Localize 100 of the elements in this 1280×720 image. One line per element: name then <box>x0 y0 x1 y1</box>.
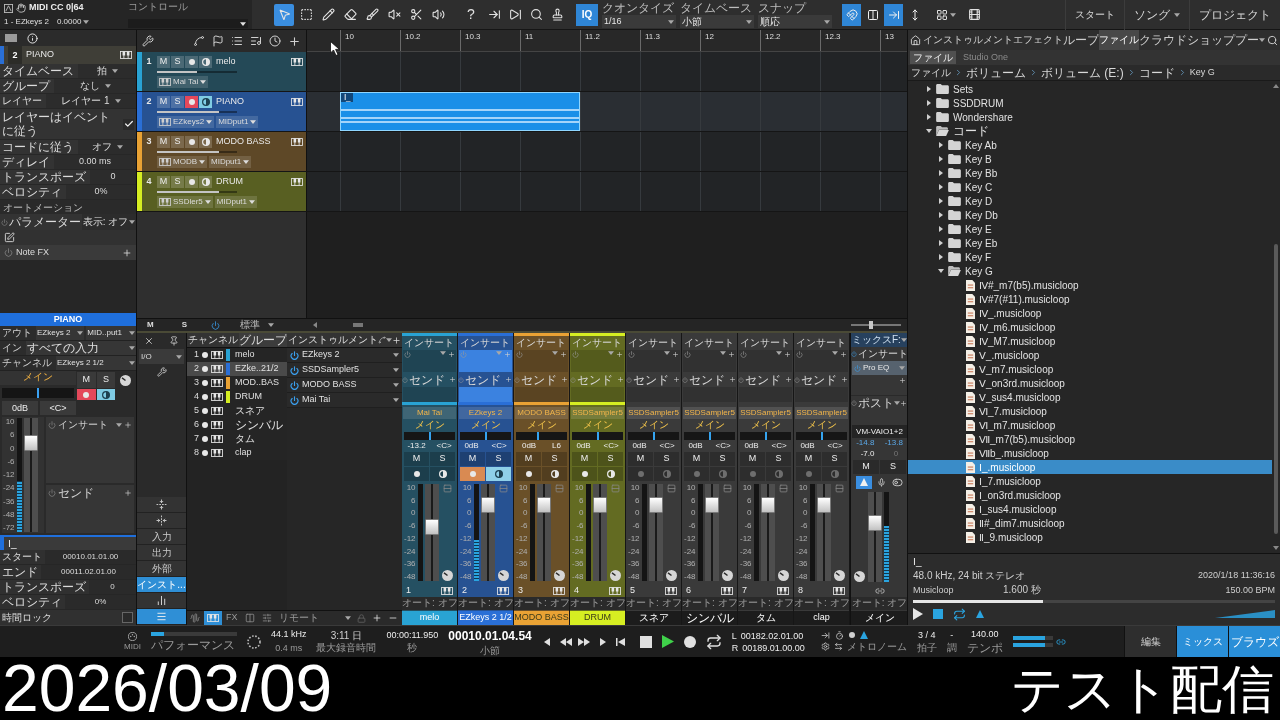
record-button[interactable] <box>516 467 541 481</box>
track-header[interactable]: 2 M S PIANO EZkeys2 MIDput1 <box>137 92 307 131</box>
fold-button[interactable] <box>137 497 186 513</box>
value-field[interactable]: 00010.01.01.00 <box>45 550 136 564</box>
output-dropdown[interactable]: メイン <box>514 419 569 432</box>
folder-row[interactable]: Key G <box>908 264 1272 278</box>
record-button[interactable] <box>185 55 198 68</box>
file-row[interactable]: Ⅰ_.musicloop <box>908 460 1272 474</box>
stamp-icon[interactable] <box>551 8 564 21</box>
view-button[interactable]: 外部 <box>137 561 186 577</box>
file-row[interactable]: Ⅳ#7(#11).musicloop <box>908 292 1272 306</box>
instrument-row[interactable]: EZkeys 2 <box>287 348 402 363</box>
rewind-icon[interactable] <box>559 637 572 646</box>
device-dropdown[interactable]: Mai Tai <box>157 76 209 88</box>
zoom-thumb[interactable] <box>869 321 873 329</box>
pan-thumb[interactable] <box>596 432 599 440</box>
search-icon[interactable] <box>530 8 543 21</box>
file-row[interactable]: Ⅳ_.musicloop <box>908 306 1272 320</box>
automation-dropdown[interactable]: オート: オフ <box>851 597 908 610</box>
playback-position[interactable] <box>913 600 1275 603</box>
gear-icon[interactable] <box>820 642 830 651</box>
folder-row[interactable]: Key B <box>908 152 1272 166</box>
scroll-up-icon[interactable] <box>1273 84 1279 88</box>
solo-button[interactable]: S <box>171 175 184 188</box>
mute-button[interactable]: M <box>853 460 879 474</box>
view-dropdown[interactable]: 標準 <box>240 319 274 331</box>
mute-button[interactable]: M <box>572 452 597 466</box>
curve-icon[interactable] <box>378 336 386 344</box>
midi-event[interactable]: Ⅰ_ <box>340 92 580 131</box>
file-row[interactable]: Ⅴ_on3rd.musicloop <box>908 376 1272 390</box>
mode-dropdown[interactable]: ミックスF: <box>851 333 908 347</box>
file-row[interactable]: Ⅴ_sus4.musicloop <box>908 390 1272 404</box>
device-dropdown[interactable]: MIDput1 <box>209 156 252 168</box>
scroll-left-icon[interactable] <box>313 322 317 328</box>
file-row[interactable]: Ⅶ_m7(b5).musicloop <box>908 432 1272 446</box>
mic-icon[interactable] <box>877 477 887 487</box>
fader-handle[interactable] <box>868 514 882 531</box>
fold-button[interactable] <box>137 513 186 529</box>
add-icon[interactable] <box>899 377 906 384</box>
fader-track[interactable] <box>536 484 551 581</box>
monitor-button[interactable] <box>542 467 567 481</box>
knob-icon[interactable] <box>854 571 865 582</box>
close-icon[interactable] <box>144 336 155 346</box>
power-icon[interactable] <box>290 350 299 360</box>
value-dropdown[interactable]: 0.0000 <box>56 15 90 28</box>
fast-forward-icon[interactable] <box>577 637 590 646</box>
metronome-button[interactable] <box>855 475 872 489</box>
tool-button[interactable] <box>274 3 294 26</box>
fader-handle[interactable] <box>23 435 38 452</box>
folder-row[interactable]: Key Eb <box>908 236 1272 250</box>
info-icon[interactable] <box>27 32 38 44</box>
checkbox[interactable] <box>122 612 133 623</box>
device-dropdown[interactable]: MIDput1 <box>216 116 259 128</box>
view-button[interactable]: 出力 <box>137 545 186 561</box>
curve-icon[interactable] <box>193 35 205 47</box>
file-row[interactable]: Ⅰ_7.musicloop <box>908 474 1272 488</box>
dropdown[interactable]: MID..put1 <box>86 326 136 340</box>
add-icon[interactable] <box>288 34 301 48</box>
fader-track[interactable] <box>592 484 607 581</box>
file-row[interactable]: Ⅴ_.musicloop <box>908 348 1272 362</box>
output-dropdown[interactable]: VM-VAIO1+2 <box>852 425 907 438</box>
arrow-to-line-icon[interactable] <box>488 8 501 21</box>
solo-button[interactable]: S <box>96 372 116 389</box>
source-tab[interactable]: Studio One <box>960 51 1012 64</box>
folder-row[interactable]: Key Ab <box>908 138 1272 152</box>
note-list-icon[interactable] <box>250 35 262 47</box>
mute-button[interactable]: M <box>77 372 96 389</box>
monitor-button[interactable] <box>199 175 212 188</box>
dropdown[interactable]: オフ <box>78 140 136 154</box>
file-row[interactable]: Ⅱ#_dim7.musicloop <box>908 516 1272 530</box>
dropdown[interactable]: EZkeys 2 1/2 <box>56 356 136 370</box>
video-button[interactable] <box>968 8 981 21</box>
solo-button[interactable]: S <box>171 135 184 148</box>
automation-icon[interactable] <box>4 3 13 13</box>
browser-tab[interactable]: インストゥルメント <box>923 30 1013 50</box>
path-item[interactable]: ファイル <box>911 66 951 79</box>
browser-tab[interactable]: クラウド <box>1139 30 1187 50</box>
file-row[interactable]: Ⅵ_m7.musicloop <box>908 418 1272 432</box>
folder-row[interactable]: Key C <box>908 180 1272 194</box>
folder-row[interactable]: Key Bb <box>908 166 1272 180</box>
triangle-icon[interactable] <box>859 631 868 639</box>
mute-button[interactable]: M <box>157 135 170 148</box>
browser-tab[interactable]: プー <box>1235 30 1259 50</box>
monitor-button[interactable] <box>96 389 116 400</box>
power-icon[interactable] <box>290 380 299 390</box>
fader-track[interactable] <box>424 484 439 581</box>
monitor-button[interactable] <box>430 467 455 481</box>
nav-button[interactable]: ソング <box>1124 0 1189 30</box>
play-icon[interactable] <box>913 608 923 620</box>
file-row[interactable]: Ⅳ_M7.musicloop <box>908 334 1272 348</box>
browser-tab[interactable]: ファイル <box>1099 30 1139 50</box>
source-tab[interactable]: ファイル <box>910 51 956 64</box>
plugin-slot[interactable]: Pro EQ <box>852 361 907 375</box>
toggle-button[interactable] <box>842 3 861 26</box>
filter-tab[interactable]: リモート <box>275 611 322 625</box>
solo-button[interactable]: S <box>598 452 623 466</box>
pin-icon[interactable] <box>168 336 179 346</box>
fader-handle[interactable] <box>536 497 551 514</box>
view-button[interactable] <box>137 609 186 625</box>
file-row[interactable]: Ⅰ_sus4.musicloop <box>908 502 1272 516</box>
